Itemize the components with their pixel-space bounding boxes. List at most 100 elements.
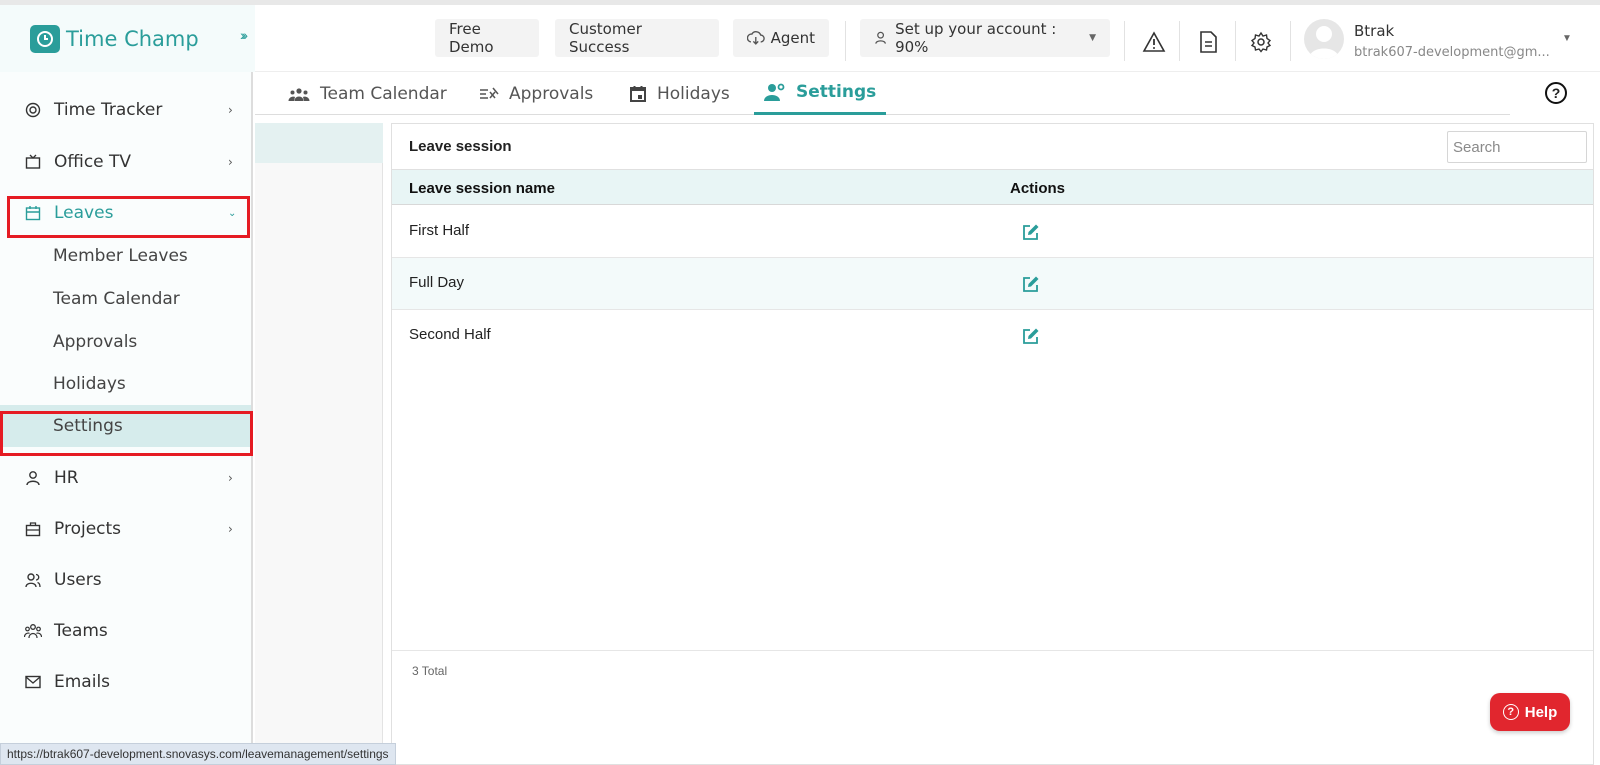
free-demo-label: Free Demo	[449, 20, 494, 56]
team-icon	[288, 87, 310, 101]
users-icon	[24, 571, 42, 589]
table-footer-divider	[392, 650, 1593, 651]
sidebar-item-label: Member Leaves	[53, 246, 188, 266]
sidebar-item-office-tv[interactable]: Office TV ›	[0, 142, 251, 182]
sidebar-item-label: Leaves	[54, 203, 114, 223]
total-count: 3 Total	[412, 664, 448, 678]
header-divider	[1124, 21, 1125, 61]
table-row: Full Day	[392, 258, 1593, 310]
sidebar-item-emails[interactable]: Emails	[0, 662, 251, 702]
sidebar-item-label: Approvals	[53, 332, 138, 352]
card-title: Leave session	[409, 138, 512, 155]
help-button-label: Help	[1524, 703, 1558, 721]
sidebar-item-label: Team Calendar	[53, 289, 180, 309]
agent-button[interactable]: Agent	[733, 19, 829, 57]
sidebar-item-label: Users	[54, 570, 102, 590]
logo-clock-icon	[30, 24, 60, 53]
chevron-right-icon: ›	[228, 471, 233, 485]
settings-subnav-panel	[255, 123, 383, 765]
tab-label: Approvals	[509, 83, 594, 104]
tab-team-calendar[interactable]: Team Calendar	[288, 72, 447, 115]
gear-icon[interactable]	[1248, 29, 1274, 55]
sidebar-subitem-holidays[interactable]: Holidays	[0, 364, 251, 404]
browser-status-url: https://btrak607-development.snovasys.co…	[0, 743, 396, 765]
edit-icon[interactable]	[1022, 223, 1040, 241]
user-setup-icon	[875, 31, 886, 44]
sidebar-item-label: Emails	[54, 672, 111, 692]
chevron-right-icon: ›	[228, 522, 233, 536]
logo-area[interactable]: Time Champ	[0, 5, 255, 72]
header-divider	[1290, 21, 1291, 61]
sidebar-item-label: Time Tracker	[54, 100, 163, 120]
warning-icon[interactable]	[1141, 29, 1167, 55]
column-header-name: Leave session name	[409, 180, 555, 197]
sidebar-subitem-settings[interactable]: Settings	[0, 405, 251, 447]
cloud-download-icon	[747, 31, 765, 45]
table-row: First Half	[392, 206, 1593, 258]
document-icon[interactable]	[1195, 29, 1221, 55]
expand-sidebar-icon[interactable]: ›››	[240, 27, 248, 43]
leave-session-name: Second Half	[409, 326, 491, 343]
sidebar-subitem-member-leaves[interactable]: Member Leaves	[0, 236, 251, 276]
chevron-down-icon: ▼	[1089, 33, 1096, 43]
top-header: Time Champ ››› Free Demo Customer Succes…	[0, 0, 1600, 72]
sidebar-item-label: Office TV	[54, 152, 132, 172]
brand-name: Time Champ	[66, 26, 199, 51]
setup-account-dropdown[interactable]: Set up your account : 90% ▼	[860, 19, 1110, 57]
stopwatch-icon	[24, 101, 42, 119]
sidebar-item-time-tracker[interactable]: Time Tracker ›	[0, 90, 251, 130]
edit-icon[interactable]	[1022, 275, 1040, 293]
user-menu-chevron-icon[interactable]: ▼	[1562, 33, 1572, 44]
sidebar-item-label: HR	[54, 468, 79, 488]
table-header: Leave session name Actions	[392, 169, 1593, 205]
tab-label: Settings	[796, 82, 877, 102]
sidebar-subitem-team-calendar[interactable]: Team Calendar	[0, 279, 251, 319]
person-icon	[24, 469, 42, 487]
checklist-icon	[480, 87, 499, 99]
mail-icon	[24, 673, 42, 691]
sidebar: Time Tracker › Office TV › Leaves ⌄ Memb…	[0, 72, 253, 765]
help-question-icon: ?	[1502, 704, 1519, 720]
search-input[interactable]	[1447, 131, 1587, 163]
sidebar-item-label: Projects	[54, 519, 122, 539]
leave-session-name: First Half	[409, 222, 469, 239]
sidebar-item-leaves[interactable]: Leaves ⌄	[0, 193, 251, 233]
header-divider	[1235, 21, 1236, 61]
settings-subnav-selected[interactable]	[255, 123, 383, 163]
chevron-down-icon: ⌄	[228, 207, 237, 219]
help-question-icon[interactable]: ?	[1545, 82, 1567, 104]
free-demo-button[interactable]: Free Demo	[435, 19, 539, 57]
tab-settings[interactable]: Settings	[754, 72, 887, 115]
tv-icon	[24, 153, 42, 171]
leave-session-card: Leave session Leave session name Actions…	[391, 123, 1594, 765]
avatar[interactable]	[1304, 19, 1344, 59]
sidebar-subitem-approvals[interactable]: Approvals	[0, 322, 251, 362]
customer-success-button[interactable]: Customer Success	[555, 19, 719, 57]
sidebar-item-label: Settings	[53, 416, 123, 436]
sidebar-item-label: Teams	[54, 621, 108, 641]
sidebar-item-projects[interactable]: Projects ›	[0, 509, 251, 549]
setup-account-label: Set up your account : 90%	[895, 20, 1057, 56]
customer-success-label: Customer Success	[569, 20, 642, 56]
user-settings-icon	[764, 83, 785, 101]
user-name: Btrak	[1354, 22, 1395, 40]
tab-holidays[interactable]: Holidays	[629, 72, 730, 115]
edit-icon[interactable]	[1022, 327, 1040, 345]
agent-label: Agent	[770, 29, 815, 47]
calendar-icon	[24, 204, 42, 222]
calendar-icon	[630, 85, 646, 102]
user-email: btrak607-development@gm...	[1354, 45, 1550, 60]
leave-session-name: Full Day	[409, 274, 465, 291]
sidebar-item-label: Holidays	[53, 374, 126, 394]
tab-approvals[interactable]: Approvals	[479, 72, 593, 115]
table-row: Second Half	[392, 310, 1593, 362]
sidebar-item-hr[interactable]: HR ›	[0, 458, 251, 498]
header-divider	[845, 21, 846, 61]
tab-bar: Team Calendar Approvals Holidays Setting…	[255, 72, 1510, 115]
chevron-right-icon: ›	[228, 155, 233, 169]
chevron-right-icon: ›	[228, 103, 233, 117]
tab-label: Holidays	[657, 83, 730, 104]
sidebar-item-users[interactable]: Users	[0, 560, 251, 600]
help-button[interactable]: ? Help	[1490, 693, 1570, 731]
sidebar-item-teams[interactable]: Teams	[0, 611, 251, 651]
